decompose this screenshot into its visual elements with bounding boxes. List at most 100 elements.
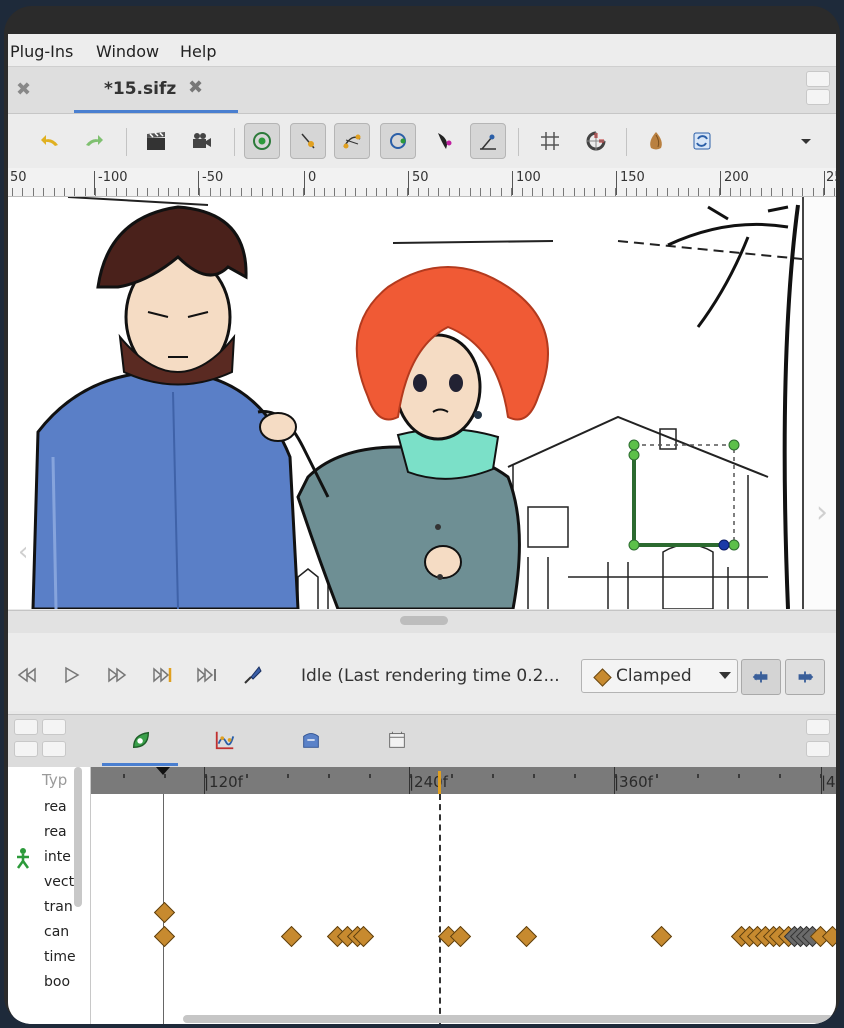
toggle-tangent-icon[interactable] [380,123,416,159]
ruler-minor-tick [251,188,252,196]
time-minor-tick [697,774,699,778]
ruler-minor-tick [106,188,107,196]
seek-end-icon[interactable] [102,661,132,689]
play-icon[interactable] [56,661,86,689]
grid-icon[interactable] [532,123,568,159]
undo-icon[interactable] [32,123,68,159]
redo-icon[interactable] [76,123,112,159]
param-row[interactable]: inte [44,849,71,865]
panel-splitter[interactable] [8,610,836,634]
seek-begin-icon[interactable] [12,661,42,689]
ruler-minor-tick [688,188,689,196]
param-row[interactable]: can [44,924,69,940]
toggle-width-icon[interactable] [290,123,326,159]
ruler-minor-tick [792,188,793,196]
work-canvas[interactable] [8,197,804,609]
waypoint-diamond[interactable] [449,925,472,948]
toggle-bline-icon[interactable] [334,123,370,159]
overflow-menu-icon[interactable] [788,123,824,159]
time-ruler[interactable]: |120f |240f |360f |48 [91,767,836,794]
guide-snap-icon[interactable] [578,123,614,159]
ruler-minor-tick [199,188,200,196]
ruler-minor-tick [241,188,242,196]
ruler-minor-tick [85,188,86,196]
document-tab[interactable]: *15.sifz ✖ [74,67,238,113]
ruler-minor-tick [626,188,627,196]
time-label: |360f [614,773,653,791]
dock-handle-icon-6[interactable] [42,741,66,757]
dock-handle-icon[interactable] [806,71,830,87]
animation-mode-icon[interactable] [238,661,268,689]
time-minor-tick [287,774,289,778]
dock-handle-icon-4[interactable] [42,719,66,735]
params-tab-icon[interactable] [128,727,154,753]
keyframe-marker[interactable] [438,771,441,794]
canvas-area[interactable]: ‹ › [8,197,836,609]
timetrack-panel[interactable]: |120f |240f |360f |48 [91,767,836,1024]
ruler-minor-tick [761,188,762,196]
playhead-marker-icon[interactable] [156,767,170,775]
param-row[interactable]: boo [44,974,70,990]
bounds-toggle-icon[interactable] [148,661,178,689]
interpolation-dropdown[interactable]: Clamped [581,659,738,693]
waypoint-diamond[interactable] [280,925,303,948]
splitter-grip-icon[interactable] [400,616,448,625]
ruler-minor-tick [574,188,575,196]
keyframe-lock-past-button[interactable] [741,659,781,695]
params-scrollbar[interactable] [74,767,82,907]
waypoint-diamond[interactable] [515,925,538,948]
dock-handle-icon-8[interactable] [806,741,830,757]
param-row[interactable]: vect [44,874,74,890]
ruler-minor-tick [501,188,502,196]
nav-right-icon[interactable]: › [816,495,828,530]
waypoint-diamond[interactable] [153,901,176,924]
ruler-label: 150 [620,170,645,185]
nav-left-icon[interactable]: ‹ [18,537,28,567]
ruler-minor-tick [782,188,783,196]
waypoint-diamond[interactable] [650,925,673,948]
ruler-minor-tick [12,188,13,196]
timetrack-scrollbar[interactable] [183,1015,833,1023]
onion-skin-icon[interactable] [638,123,674,159]
menu-help[interactable]: Help [180,42,216,61]
toggle-ducks-icon[interactable] [470,123,506,159]
param-row[interactable]: rea [44,824,67,840]
jump-end-icon[interactable] [192,661,222,689]
canvas-browser-tab-icon[interactable] [384,727,410,753]
preview-icon[interactable] [184,123,220,159]
menu-window[interactable]: Window [96,42,159,61]
ruler-label: 25 [826,170,836,185]
ruler-minor-tick [334,188,335,196]
refresh-icon[interactable] [684,123,720,159]
dock-handle-icon-5[interactable] [14,741,38,757]
menu-plugins[interactable]: Plug-Ins [10,42,73,61]
library-tab-icon[interactable] [298,727,324,753]
clamped-diamond-icon [593,668,612,687]
dock-handle-icon-3[interactable] [14,719,38,735]
panel-close-icon[interactable]: ✖ [16,79,31,100]
dock-handle-icon-7[interactable] [806,719,830,735]
ruler-minor-tick [126,188,127,196]
ruler-minor-tick [709,188,710,196]
ruler-minor-tick [834,188,835,196]
transport-bar: Idle (Last rendering time 0.2... Clamped [8,633,836,711]
ruler-minor-tick [542,188,543,196]
dock-handle-icon-2[interactable] [806,89,830,105]
canvas-toolbar [8,114,836,169]
param-row[interactable]: time [44,949,76,965]
ruler-minor-tick [43,188,44,196]
param-row[interactable]: rea [44,799,67,815]
ruler-minor-tick [459,188,460,196]
render-icon[interactable] [138,123,174,159]
ruler-label: -50 [202,170,224,185]
ruler-minor-tick [54,188,55,196]
graphs-tab-icon[interactable] [212,727,238,753]
show-handles-icon[interactable] [244,123,280,159]
onion-skin-colors-icon[interactable] [426,123,462,159]
param-row[interactable]: tran [44,899,73,915]
tab-close-icon[interactable]: ✖ [188,77,203,98]
waypoint-diamond[interactable] [153,925,176,948]
keyframe-lock-future-button[interactable] [785,659,825,695]
ruler-major-tick [616,171,617,195]
ruler-minor-tick [813,188,814,196]
